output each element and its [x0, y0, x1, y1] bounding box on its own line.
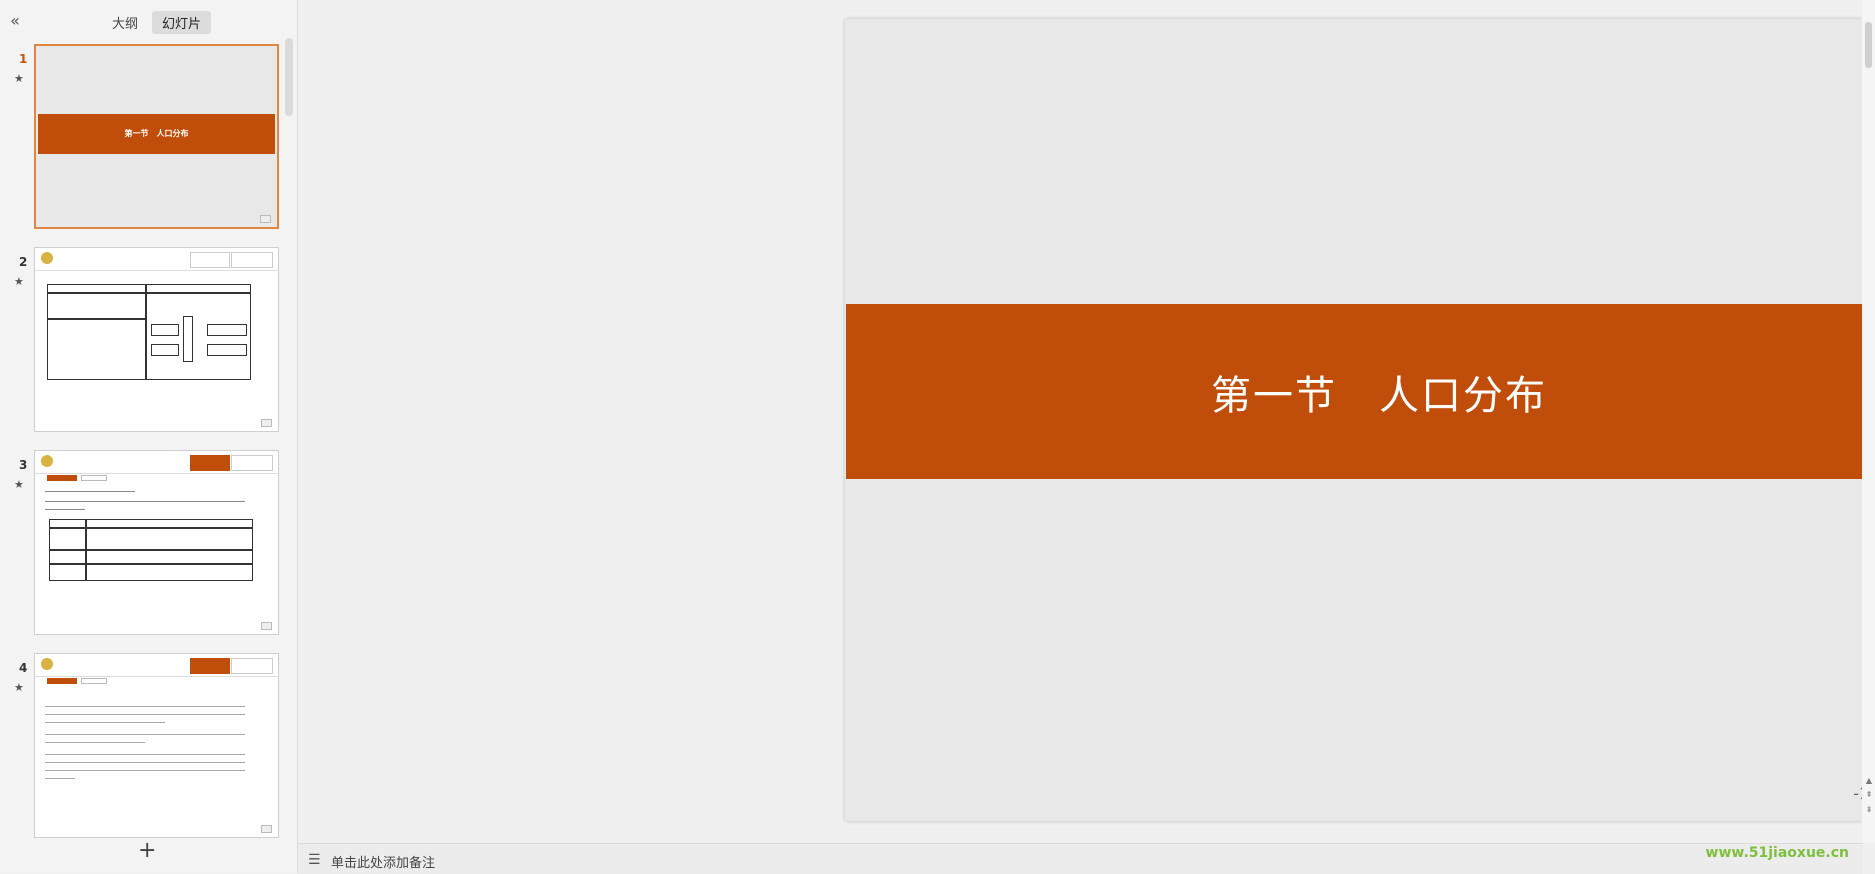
thumbnail-text-line [45, 770, 245, 771]
thumbnail-text-line [45, 754, 245, 755]
star-icon: ★ [14, 275, 24, 288]
tab-outline[interactable]: 大纲 [102, 11, 148, 34]
thumbnail-table-divider [49, 563, 253, 565]
view-tab-switch: 大纲 幻灯片 [102, 11, 212, 34]
logo-icon [41, 658, 53, 670]
notes-icon: ☰ [308, 852, 321, 868]
thumbnail-text-line [45, 501, 245, 502]
thumbnail-text-line [45, 509, 85, 510]
title-band: 第一节 人口分布 [846, 304, 1875, 479]
slide-title[interactable]: 第一节 人口分布 [1211, 363, 1547, 421]
thumbnail-item-1[interactable]: 1 ★ 第一节 人口分布 [0, 44, 290, 234]
logo-icon [41, 455, 53, 467]
thumbnail-number: 1 [19, 52, 28, 66]
add-slide-button[interactable]: + [138, 840, 156, 862]
thumbnail-corner-icon [261, 622, 272, 630]
thumbnail-item-2[interactable]: 2 ★ [0, 247, 290, 437]
thumbnail-slide-1[interactable]: 第一节 人口分布 [34, 44, 279, 229]
thumbnail-tab-shape [190, 252, 230, 268]
thumbnail-table-divider [49, 527, 253, 529]
thumbnail-slide-2[interactable] [34, 247, 279, 432]
thumbnail-diagram-box [151, 344, 179, 356]
thumbnail-table-divider [47, 318, 145, 320]
slide-editing-canvas: 第一节 人口分布 -1- [298, 0, 1875, 843]
thumbnail-slide-3[interactable] [34, 450, 279, 635]
thumbnail-tab-shape [190, 455, 230, 471]
thumbnail-text-line [45, 778, 75, 779]
thumbnail-table-divider [145, 284, 147, 380]
thumbnail-tag-shape [47, 678, 77, 684]
thumbnail-tag-shape [81, 475, 107, 481]
thumbnail-header [35, 248, 278, 271]
thumbnail-tag-shape [81, 678, 107, 684]
thumbnail-corner-icon [261, 825, 272, 833]
thumbnail-list: 1 ★ 第一节 人口分布 2 ★ 3 ★ 4 ★ [0, 38, 290, 838]
thumbnail-number: 2 [19, 255, 28, 269]
thumbnail-corner-icon [261, 419, 272, 427]
thumbnail-tab-shape [231, 455, 273, 471]
scroll-up-icon[interactable]: ▲ [1864, 776, 1874, 785]
thumbnail-tab-shape [231, 252, 273, 268]
star-icon: ★ [14, 681, 24, 694]
star-icon: ★ [14, 72, 24, 85]
watermark: www.51jiaoxue.cn [1705, 845, 1849, 861]
thumbnail-slide-4[interactable] [34, 653, 279, 838]
thumbnail-text-line [45, 734, 245, 735]
collapse-panel-icon[interactable]: « [6, 12, 24, 30]
thumbnail-header [35, 654, 278, 677]
thumbnail-diagram-box [183, 316, 193, 362]
vertical-scrollbar[interactable]: ▲ ⇞ ⇟ [1862, 0, 1875, 843]
thumbnail-tag-shape [47, 475, 77, 481]
thumbnail-item-3[interactable]: 3 ★ [0, 450, 290, 640]
thumbnail-number: 4 [19, 661, 28, 675]
next-slide-icon[interactable]: ⇟ [1864, 805, 1874, 814]
thumbnail-table-divider [47, 292, 251, 294]
prev-slide-icon[interactable]: ⇞ [1864, 790, 1874, 799]
notes-bar[interactable]: ☰ 单击此处添加备注 [298, 843, 1863, 874]
current-slide[interactable]: 第一节 人口分布 -1- [845, 19, 1875, 821]
thumbnail-table-divider [49, 549, 253, 551]
thumbnail-scrollbar[interactable] [285, 38, 293, 116]
thumbnail-item-4[interactable]: 4 ★ [0, 653, 290, 838]
thumbnail-tab-shape [190, 658, 230, 674]
thumbnail-text-line [45, 706, 245, 707]
star-icon: ★ [14, 478, 24, 491]
slide-thumbnail-panel: « 大纲 幻灯片 1 ★ 第一节 人口分布 2 ★ 3 ★ 4 ★ + [0, 0, 298, 873]
thumbnail-number: 3 [19, 458, 28, 472]
notes-placeholder[interactable]: 单击此处添加备注 [331, 852, 435, 871]
thumbnail-text-line [45, 722, 165, 723]
thumbnail-corner-icon [260, 215, 271, 223]
thumbnail-diagram-box [207, 344, 247, 356]
thumbnail-diagram-box [207, 324, 247, 336]
logo-icon [41, 252, 53, 264]
thumbnail-text-line [45, 714, 245, 715]
thumbnail-text-line [45, 491, 135, 492]
thumbnail-title-band: 第一节 人口分布 [38, 114, 275, 154]
thumbnail-text-line [45, 742, 145, 743]
thumbnail-diagram-box [151, 324, 179, 336]
thumbnail-text-line [45, 762, 245, 763]
scrollbar-thumb[interactable] [1865, 22, 1872, 68]
thumbnail-tab-shape [231, 658, 273, 674]
thumbnail-header [35, 451, 278, 474]
tab-slides[interactable]: 幻灯片 [152, 11, 212, 34]
